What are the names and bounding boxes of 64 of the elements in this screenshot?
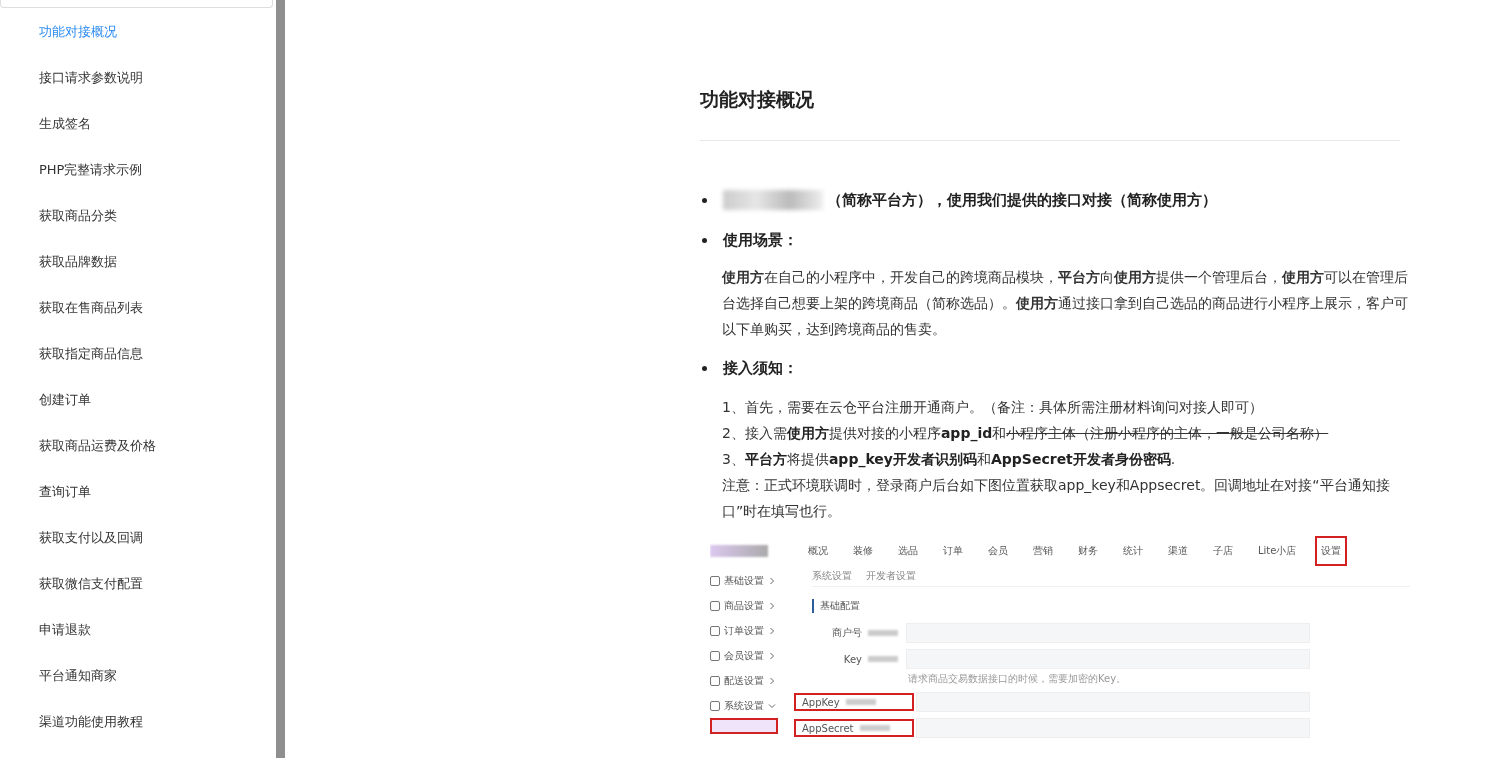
nav-label: 渠道: [1167, 544, 1189, 558]
list-line: 2、接入需使用方提供对接的小程序app_id和小程序主体（注册小程序的主体，一般是公司名称）: [722, 424, 1330, 444]
menu-item-icon: [710, 675, 720, 686]
section-title: 基础配置: [812, 599, 1410, 613]
menu-item-icon: [710, 575, 720, 586]
menu-item-label: 会员设置: [724, 648, 764, 663]
field-label: AppSecret: [794, 719, 914, 737]
menu-item-icon: [710, 600, 720, 611]
nav-label: 选品: [897, 544, 919, 558]
bullet-icon: [702, 365, 707, 371]
sidebar-link[interactable]: 获取品牌数据: [39, 252, 117, 272]
menu-highlight: [710, 718, 778, 734]
menu-item-icon: [710, 700, 720, 711]
sidebar-link[interactable]: 获取指定商品信息: [39, 344, 143, 364]
nav-label: 概况: [807, 544, 829, 558]
sidebar-link[interactable]: 申请退款: [39, 620, 91, 640]
sidebar-link[interactable]: 查询订单: [39, 482, 91, 502]
bullet-text: （简称平台方），使用我们提供的接口对接（简称使用方）: [827, 190, 1217, 210]
menu-item-icon: [710, 625, 720, 636]
nav-label: Lite小店: [1257, 544, 1298, 558]
list-line: 1、首先，需要在云仓平台注册开通商户。（备注：具体所需注册材料询问对接人即可）: [722, 398, 1264, 417]
sidebar-link[interactable]: 接口请求参数说明: [39, 68, 143, 88]
menu-item-icon: [710, 650, 720, 661]
sidebar-link[interactable]: 平台通知商家: [39, 666, 117, 686]
sidebar-link[interactable]: 获取商品分类: [39, 206, 117, 226]
bullet-icon: [702, 197, 707, 203]
menu-item-label: 订单设置: [724, 623, 764, 638]
sidebar-link[interactable]: 功能对接概况: [39, 22, 117, 42]
bullet-text: 使用场景：: [723, 230, 798, 250]
field-label: 商户号: [812, 624, 904, 642]
breadcrumb-item: 系统设置: [812, 569, 852, 583]
sidebar-link[interactable]: 获取在售商品列表: [39, 298, 143, 318]
nav-label: 会员: [987, 544, 1009, 558]
sidebar-link[interactable]: 生成签名: [39, 114, 91, 134]
nav-label: 子店: [1212, 544, 1234, 558]
field-label: Key: [812, 650, 904, 668]
nav-label: 装修: [852, 544, 874, 558]
search-box[interactable]: [0, 0, 273, 8]
bullet-text: 接入须知：: [723, 358, 798, 378]
nav-label: 订单: [942, 544, 964, 558]
sidebar-link[interactable]: 获取微信支付配置: [39, 574, 143, 594]
scrollbar[interactable]: [276, 0, 285, 758]
menu-item-label: 配送设置: [724, 673, 764, 688]
menu-item-label: 基础设置: [724, 573, 764, 588]
nav-label: 统计: [1122, 544, 1144, 558]
list-line: 注意：正式环境联调时，登录商户后台如下图位置获取app_key和Appsecret。回调地址在对接“平台通知接口”时在填写也行。: [722, 476, 1391, 521]
paragraph: 使用方在自己的小程序中，开发自己的跨境商品模块，平台方向使用方提供一个管理后台，使用方可以在管理后台选择自己想要上架的跨境商品（简称选品）。使用方通过接口拿到自己选品的商品进行小程序上展示，客户可以下单购买，达到跨境商品的售卖。: [722, 268, 1409, 339]
field-hint: 请求商品交易数据接口的时候，需要加密的Key。: [908, 672, 1128, 686]
sidebar-link[interactable]: 创建订单: [39, 390, 91, 410]
sidebar-link[interactable]: 获取商品运费及价格: [39, 436, 156, 456]
breadcrumb-item: 开发者设置: [866, 569, 916, 583]
field-label: AppKey: [794, 693, 914, 711]
bullet-icon: [702, 237, 707, 243]
list-line: 3、平台方将提供app_key开发者识别码和AppSecret开发者身份密码.: [722, 450, 1177, 470]
nav-label: 营销: [1032, 544, 1054, 558]
sidebar-link[interactable]: 获取支付以及回调: [39, 528, 143, 548]
menu-item-label: 商品设置: [724, 598, 764, 613]
nav-label: 财务: [1077, 544, 1099, 558]
logo-placeholder: [710, 545, 768, 557]
article-title: 功能对接概况: [700, 87, 815, 112]
sidebar-link[interactable]: PHP完整请求示例: [39, 160, 143, 180]
nav-label: 设置: [1315, 536, 1348, 566]
sidebar-link[interactable]: 渠道功能使用教程: [39, 712, 143, 732]
menu-item-label: 系统设置: [724, 698, 764, 713]
